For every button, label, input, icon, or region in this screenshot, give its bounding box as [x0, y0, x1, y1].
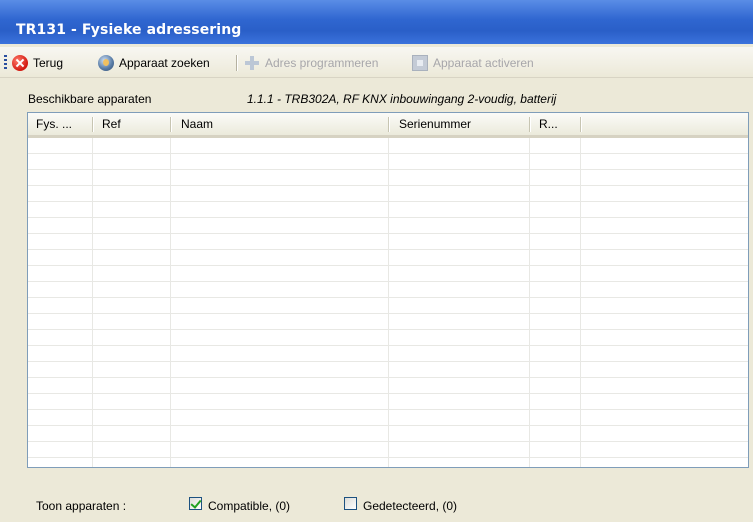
search-device-button[interactable]: Apparaat zoeken — [98, 54, 210, 72]
column-divider[interactable] — [170, 117, 172, 132]
toolbar-grip[interactable] — [4, 55, 7, 71]
title-bar: TR131 - Fysieke adressering — [0, 0, 753, 44]
devices-table[interactable]: Fys. ... Ref Naam Serienummer R... — [27, 112, 749, 468]
table-header: Fys. ... Ref Naam Serienummer R... — [28, 113, 748, 138]
activate-device-label: Apparaat activeren — [433, 56, 534, 70]
program-address-button[interactable]: Adres programmeren — [244, 54, 378, 72]
window-title: TR131 - Fysieke adressering — [16, 22, 242, 38]
column-header-address[interactable]: Fys. ... — [36, 113, 72, 135]
column-line — [170, 138, 171, 467]
program-address-icon — [244, 55, 260, 71]
column-divider[interactable] — [529, 117, 531, 132]
column-header-r[interactable]: R... — [539, 113, 558, 135]
column-line — [388, 138, 389, 467]
show-devices-label: Toon apparaten : — [36, 499, 127, 513]
column-header-name[interactable]: Naam — [181, 113, 213, 135]
column-line — [580, 138, 581, 467]
back-button-label: Terug — [33, 56, 64, 70]
search-device-icon — [98, 55, 114, 71]
compatible-checkbox[interactable] — [189, 497, 202, 510]
close-icon — [12, 55, 28, 71]
available-devices-label: Beschikbare apparaten — [28, 92, 152, 106]
column-divider[interactable] — [388, 117, 390, 132]
column-line — [92, 138, 93, 467]
selected-device-text: 1.1.1 - TRB302A, RF KNX inbouwingang 2-v… — [247, 92, 557, 106]
column-header-ref[interactable]: Ref — [102, 113, 121, 135]
detected-checkbox[interactable] — [344, 497, 357, 510]
program-address-label: Adres programmeren — [265, 56, 379, 70]
checkmark-icon — [190, 497, 202, 509]
column-line — [529, 138, 530, 467]
toolbar-separator — [236, 55, 238, 71]
column-divider[interactable] — [580, 117, 582, 132]
back-button[interactable]: Terug — [12, 54, 63, 72]
search-device-label: Apparaat zoeken — [119, 56, 210, 70]
column-divider[interactable] — [92, 117, 94, 132]
activate-device-button[interactable]: Apparaat activeren — [412, 54, 534, 72]
detected-checkbox-label[interactable]: Gedetecteerd, (0) — [363, 499, 457, 513]
toolbar: Terug Apparaat zoeken Adres programmeren… — [0, 47, 753, 78]
column-header-serial[interactable]: Serienummer — [399, 113, 471, 135]
compatible-checkbox-label[interactable]: Compatible, (0) — [208, 499, 290, 513]
activate-device-icon — [412, 55, 428, 71]
